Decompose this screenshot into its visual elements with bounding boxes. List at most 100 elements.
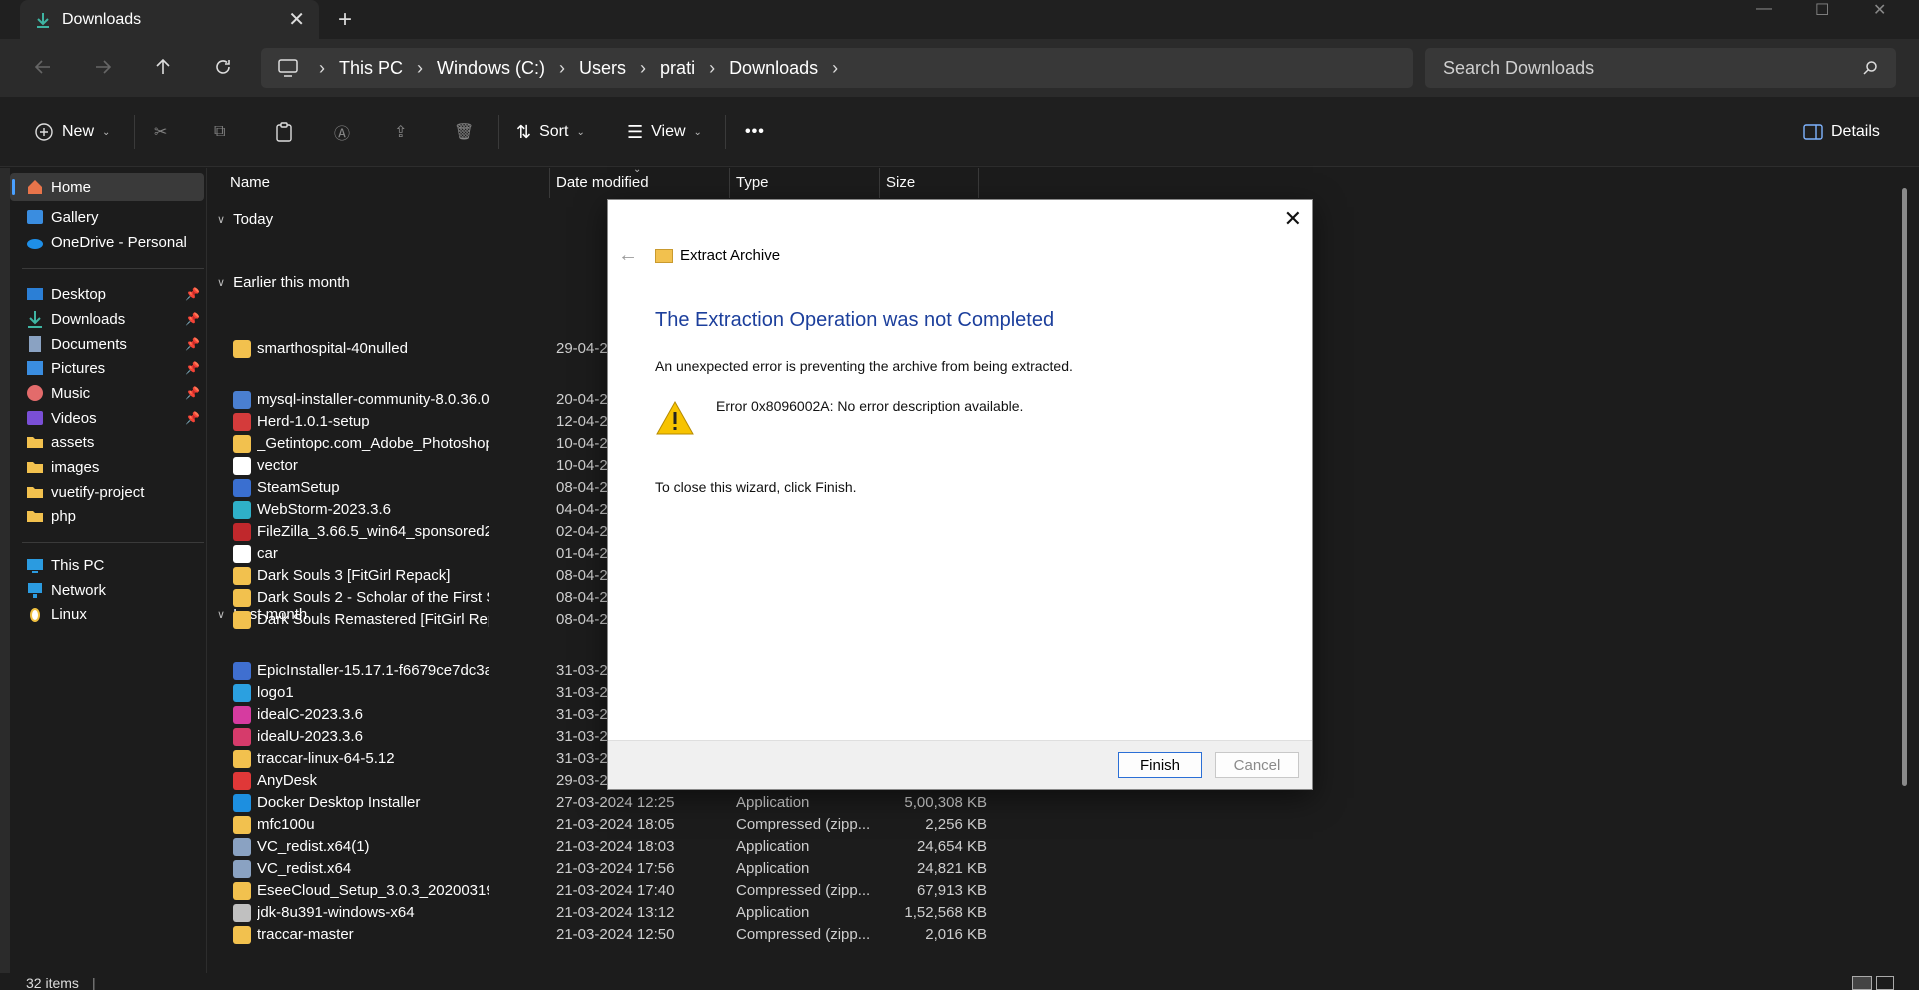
column-header-size[interactable]: Size (886, 174, 915, 191)
file-icon (233, 684, 251, 702)
pin-icon[interactable]: 📌 (185, 287, 200, 301)
zip-folder-icon (655, 249, 673, 263)
address-bar[interactable]: › This PC › Windows (C:) › Users › prati… (261, 48, 1413, 88)
up-icon[interactable] (145, 49, 181, 85)
copy-icon[interactable]: ⧉ (214, 117, 225, 147)
back-icon[interactable] (25, 49, 61, 85)
sidebar-item-pictures[interactable]: Pictures 📌 (10, 354, 204, 382)
file-name: Dark Souls 3 [FitGirl Repack] (257, 567, 451, 584)
sidebar-item-downloads[interactable]: Downloads 📌 (10, 305, 204, 333)
sidebar-item-php[interactable]: php (10, 502, 204, 530)
file-name: Docker Desktop Installer (257, 794, 421, 811)
file-date: 21-03-2024 13:12 (556, 904, 675, 921)
dialog-heading: The Extraction Operation was not Complet… (655, 309, 1055, 331)
pin-icon[interactable]: 📌 (185, 386, 200, 400)
finish-button[interactable]: Finish (1118, 752, 1202, 778)
tab-close-icon[interactable]: ✕ (288, 7, 305, 32)
refresh-icon[interactable] (205, 49, 241, 85)
column-divider[interactable] (978, 168, 979, 198)
minimize-icon[interactable]: — (1756, 0, 1772, 18)
dialog-close-icon[interactable]: ✕ (1284, 206, 1302, 232)
breadcrumb-downloads[interactable]: Downloads (729, 58, 818, 79)
column-header-type[interactable]: Type (736, 174, 769, 191)
sidebar-item-home[interactable]: Home (10, 173, 204, 201)
file-icon (233, 816, 251, 834)
chevron-right-icon[interactable]: › (832, 58, 838, 79)
maximize-icon[interactable]: ☐ (1815, 0, 1829, 20)
breadcrumb-users[interactable]: Users (579, 58, 626, 79)
column-header-date[interactable]: Date modified (556, 174, 649, 191)
sidebar-item-label: OneDrive - Personal (51, 233, 187, 251)
breadcrumb-prati[interactable]: prati (660, 58, 695, 79)
cancel-button[interactable]: Cancel (1215, 752, 1299, 778)
new-tab-button[interactable]: + (338, 6, 352, 34)
column-divider[interactable] (549, 168, 550, 198)
share-icon[interactable]: ⇪ (394, 117, 407, 147)
file-icon (233, 662, 251, 680)
sort-button[interactable]: ⇅ Sort ⌄ (516, 117, 585, 147)
group-header-today[interactable]: ∨ Today (217, 211, 273, 228)
sidebar-edge (0, 168, 10, 973)
sidebar-item-assets[interactable]: assets (10, 428, 204, 456)
sidebar-item-gallery[interactable]: Gallery (10, 203, 204, 231)
chevron-down-icon: ∨ (217, 277, 226, 289)
sidebar-item-music[interactable]: Music 📌 (10, 379, 204, 407)
sidebar-item-label: vuetify-project (51, 483, 145, 501)
paste-icon[interactable] (274, 117, 294, 147)
status-divider: | (92, 975, 96, 990)
breadcrumb-windows-c[interactable]: Windows (C:) (437, 58, 545, 79)
sidebar-item-onedrive[interactable]: OneDrive - Personal (10, 228, 204, 256)
more-options-button[interactable]: ••• (745, 117, 765, 147)
file-type: Compressed (zipp... (736, 926, 871, 943)
file-name: WebStorm-2023.3.6 (257, 501, 391, 518)
file-size: 1,52,568 KB (904, 904, 987, 921)
new-label: New (62, 123, 95, 140)
breadcrumb-this-pc[interactable]: This PC (339, 58, 403, 79)
view-button[interactable]: ☰ View ⌄ (627, 117, 702, 147)
search-input[interactable]: Search Downloads (1425, 48, 1896, 88)
delete-icon[interactable]: 🗑 (454, 117, 474, 147)
cut-icon[interactable]: ✂ (154, 117, 167, 147)
file-date: 04-04-2 (556, 501, 608, 518)
sidebar-item-this-pc[interactable]: This PC (10, 551, 204, 579)
file-date: 02-04-2 (556, 523, 608, 540)
tab-downloads[interactable]: Downloads ✕ (20, 0, 319, 39)
scrollbar-thumb[interactable] (1902, 188, 1907, 786)
column-header-name[interactable]: Name (230, 174, 270, 191)
sidebar-item-linux[interactable]: Linux (10, 600, 204, 628)
file-name: vector (257, 457, 298, 474)
sidebar-item-label: Desktop (51, 285, 107, 303)
file-icon (233, 750, 251, 768)
file-date: 21-03-2024 18:03 (556, 838, 675, 855)
vertical-scrollbar[interactable] (1897, 168, 1919, 973)
sidebar-item-label: Downloads (51, 310, 126, 328)
file-date: 31-03-2 (556, 662, 608, 679)
details-button[interactable]: Details (1803, 117, 1880, 147)
pin-icon[interactable]: 📌 (185, 312, 200, 326)
details-view-icon[interactable] (1852, 976, 1872, 990)
pin-icon[interactable]: 📌 (185, 361, 200, 375)
pin-icon[interactable]: 📌 (185, 411, 200, 425)
pin-icon[interactable]: 📌 (185, 337, 200, 351)
column-divider[interactable] (879, 168, 880, 198)
file-icon (233, 706, 251, 724)
file-date: 21-03-2024 12:50 (556, 926, 675, 943)
file-icon (233, 435, 251, 453)
forward-icon[interactable] (85, 49, 121, 85)
new-button[interactable]: New ⌄ (34, 117, 110, 147)
sidebar-item-label: assets (51, 433, 95, 451)
back-arrow-icon[interactable]: ← (618, 244, 638, 267)
sidebar-item-desktop[interactable]: Desktop 📌 (10, 280, 204, 308)
group-header-earlier-this-month[interactable]: ∨ Earlier this month (217, 274, 350, 291)
close-window-icon[interactable]: ✕ (1873, 0, 1886, 20)
sidebar-item-images[interactable]: images (10, 453, 204, 481)
file-icon (233, 728, 251, 746)
tiles-view-icon[interactable] (1876, 976, 1894, 990)
dialog-footer: Finish Cancel (608, 740, 1312, 789)
column-divider[interactable] (729, 168, 730, 198)
view-icon: ☰ (627, 121, 644, 142)
sidebar-item-label: Pictures (51, 359, 106, 377)
file-row[interactable]: traccar-master 21-03-2024 12:50 Compressed… (207, 922, 1007, 949)
rename-icon[interactable]: Ⓐ (334, 117, 350, 147)
extract-archive-dialog: ✕ ← Extract Archive The Extraction Opera… (607, 199, 1313, 790)
